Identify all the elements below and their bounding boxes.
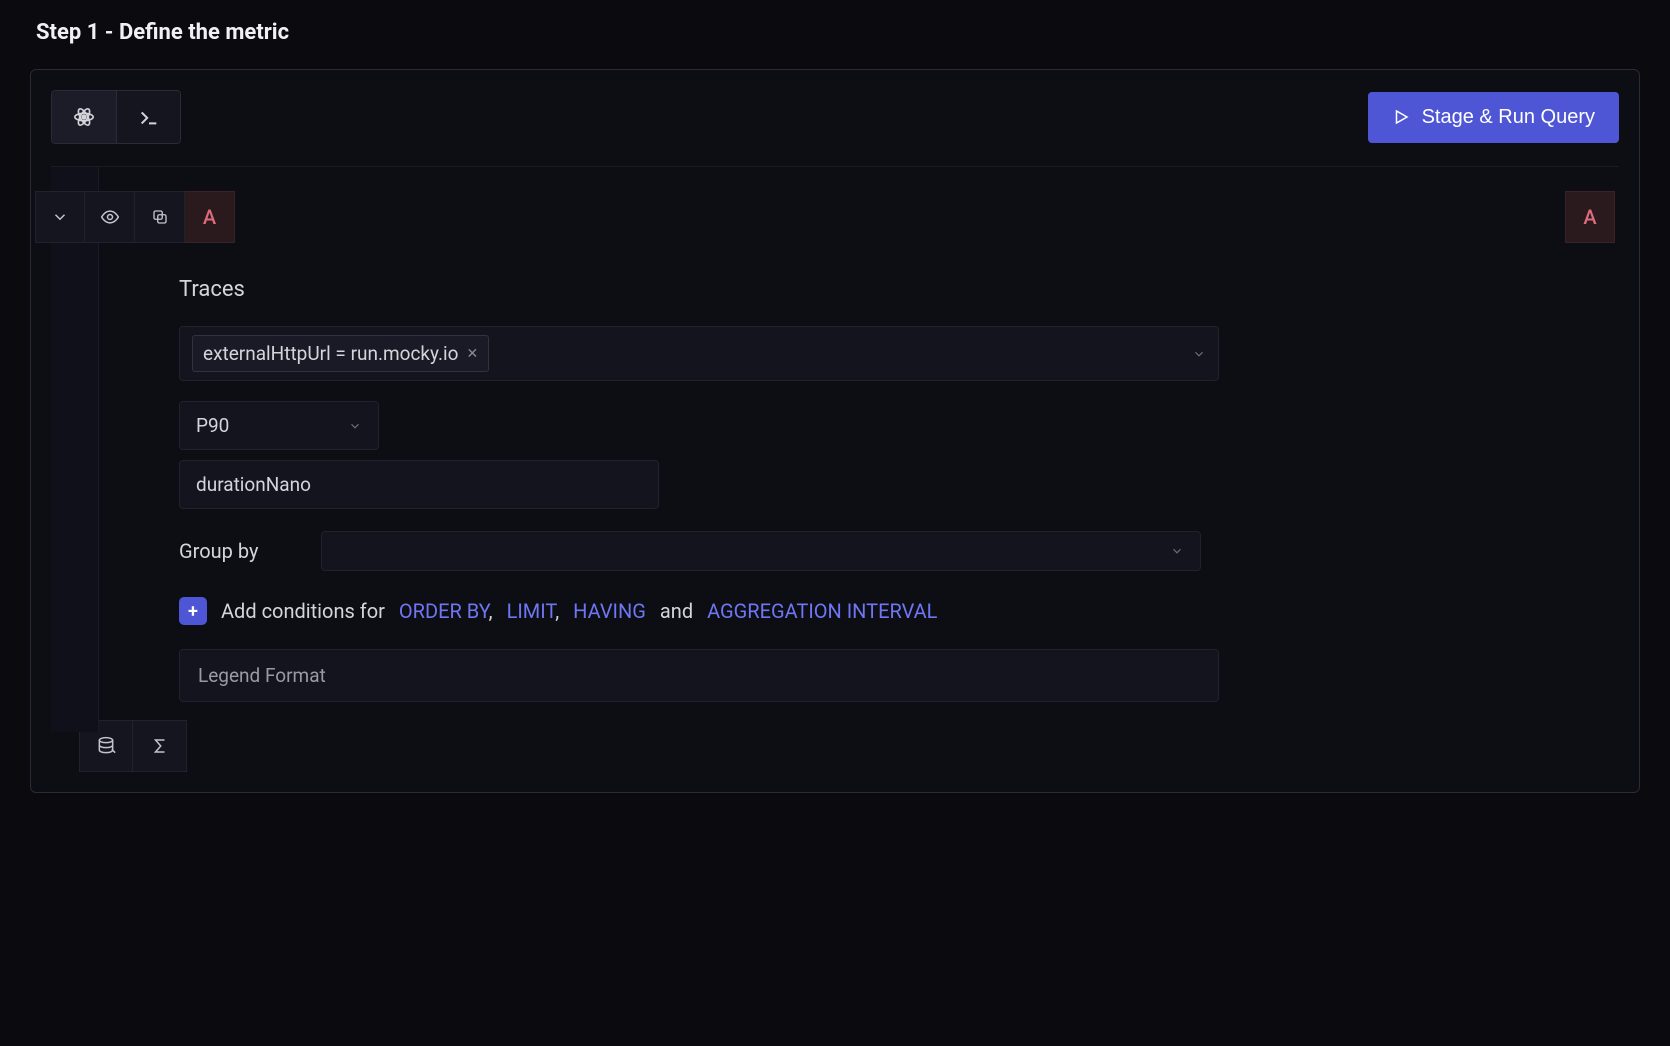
builder-mode-button[interactable] xyxy=(52,91,116,143)
data-source-label: Traces xyxy=(179,277,1559,302)
filter-chip[interactable]: externalHttpUrl = run.mocky.io ✕ xyxy=(192,335,489,372)
terminal-icon xyxy=(138,106,160,128)
query-body: A A Traces externalHttpUrl = run.mocky.i… xyxy=(51,166,1619,732)
aggregation-select[interactable]: P90 xyxy=(179,401,379,450)
close-icon[interactable]: ✕ xyxy=(467,346,479,362)
play-icon xyxy=(1392,108,1410,126)
toggle-visibility-button[interactable] xyxy=(85,191,135,243)
chevron-down-icon xyxy=(1170,544,1184,558)
run-button-label: Stage & Run Query xyxy=(1422,106,1595,129)
query-gutter xyxy=(51,167,99,732)
filter-input[interactable]: externalHttpUrl = run.mocky.io ✕ xyxy=(179,326,1219,381)
query-label-right: A xyxy=(1565,191,1615,243)
database-icon xyxy=(96,736,116,756)
atom-icon xyxy=(73,106,95,128)
chevron-down-icon xyxy=(348,419,362,433)
legend-format-input[interactable]: Legend Format xyxy=(179,649,1219,702)
legend-placeholder: Legend Format xyxy=(198,664,326,687)
aggregation-value: P90 xyxy=(196,414,229,437)
conditions-row: + Add conditions for ORDER BY, LIMIT, HA… xyxy=(179,597,1559,625)
duplicate-query-button[interactable] xyxy=(135,191,185,243)
group-by-row: Group by xyxy=(179,531,1559,571)
panel-toolbar: Stage & Run Query xyxy=(51,90,1619,144)
group-by-label: Group by xyxy=(179,539,267,563)
metric-field-input[interactable]: durationNano xyxy=(179,460,659,509)
query-content: Traces externalHttpUrl = run.mocky.io ✕ … xyxy=(99,167,1619,732)
query-action-strip: A xyxy=(35,191,235,243)
order-by-link[interactable]: ORDER BY xyxy=(399,599,489,623)
conditions-prefix: Add conditions for xyxy=(221,599,385,623)
chevron-down-icon xyxy=(51,208,69,226)
having-link[interactable]: HAVING xyxy=(573,599,646,623)
sep: , xyxy=(555,599,559,623)
query-label-left: A xyxy=(185,191,235,243)
chevron-down-icon xyxy=(1192,347,1206,361)
and-text: and xyxy=(660,599,693,623)
limit-link[interactable]: LIMIT xyxy=(507,599,556,623)
add-conditions-button[interactable]: + xyxy=(179,597,207,625)
sep: , xyxy=(489,599,493,623)
eye-icon xyxy=(100,207,120,227)
sigma-icon xyxy=(151,737,169,755)
agg-interval-link[interactable]: AGGREGATION INTERVAL xyxy=(707,599,937,623)
filter-chip-text: externalHttpUrl = run.mocky.io xyxy=(203,342,459,365)
stage-run-query-button[interactable]: Stage & Run Query xyxy=(1368,92,1619,143)
mode-toggle xyxy=(51,90,181,144)
collapse-query-button[interactable] xyxy=(35,191,85,243)
metric-panel: Stage & Run Query xyxy=(30,69,1640,793)
metric-field-value: durationNano xyxy=(196,473,311,496)
group-by-select[interactable] xyxy=(321,531,1201,571)
code-mode-button[interactable] xyxy=(116,91,180,143)
page-title: Step 1 - Define the metric xyxy=(36,20,1640,45)
copy-icon xyxy=(151,208,169,226)
